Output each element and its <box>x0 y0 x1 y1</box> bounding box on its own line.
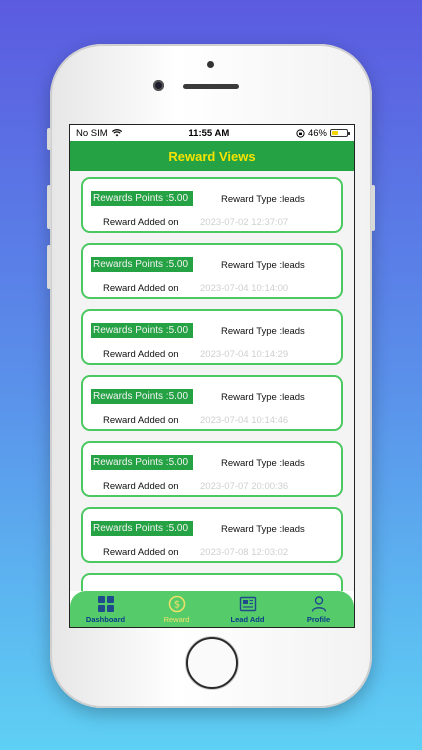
volume-down-button <box>47 245 51 289</box>
battery-fill <box>331 131 339 135</box>
mute-switch <box>47 128 51 150</box>
reward-card[interactable]: Rewards Points :5.00 Reward Type :leads … <box>81 507 343 563</box>
reward-added-label: Reward Added on <box>103 481 179 492</box>
nav-bar: Reward Views <box>70 141 354 171</box>
reward-card[interactable]: Rewards Points :5.00 Reward Type :leads … <box>81 177 343 233</box>
tab-label: Reward <box>163 615 190 624</box>
reward-date: 2023-07-04 10:14:00 <box>200 283 289 294</box>
orientation-lock-icon <box>296 128 305 138</box>
front-camera <box>153 80 164 91</box>
tab-label: Dashboard <box>85 615 126 624</box>
reward-points: Rewards Points :5.00 <box>91 389 193 404</box>
reward-added-label: Reward Added on <box>103 217 179 228</box>
svg-text:$: $ <box>173 600 179 611</box>
reward-card[interactable]: Rewards Points :5.00 Reward Type :leads … <box>81 243 343 299</box>
reward-type: Reward Type :leads <box>221 524 305 535</box>
clock: 11:55 AM <box>188 127 230 139</box>
wifi-icon <box>111 129 122 137</box>
reward-type: Reward Type :leads <box>221 392 305 403</box>
tab-profile[interactable]: Profile <box>283 591 354 627</box>
reward-date: 2023-07-08 12:03:02 <box>200 547 289 558</box>
reward-date: 2023-07-04 10:14:29 <box>200 349 289 360</box>
reward-added-label: Reward Added on <box>103 283 179 294</box>
status-bar: No SIM 11:55 AM 46% <box>70 125 354 141</box>
reward-type: Reward Type :leads <box>221 458 305 469</box>
grid-icon <box>97 596 114 612</box>
reward-added-label: Reward Added on <box>103 349 179 360</box>
reward-date: 2023-07-02 12:37:07 <box>200 217 289 228</box>
tab-label: Profile <box>306 615 331 624</box>
reward-points: Rewards Points :5.00 <box>91 257 193 272</box>
reward-points: Rewards Points :5.00 <box>91 521 193 536</box>
reward-card[interactable]: Rewards Points :5.00 Reward Type :leads … <box>81 375 343 431</box>
proximity-sensor <box>207 61 214 68</box>
newspaper-icon <box>239 596 256 612</box>
reward-type: Reward Type :leads <box>221 260 305 271</box>
dollar-coin-icon: $ <box>168 595 185 613</box>
tab-label: Lead Add <box>230 615 265 624</box>
reward-list[interactable]: Rewards Points :5.00 Reward Type :leads … <box>70 171 354 591</box>
home-button[interactable] <box>186 637 238 689</box>
page-title: Reward Views <box>168 148 256 164</box>
battery-icon <box>329 129 350 137</box>
battery-percent: 46% <box>307 127 327 139</box>
reward-card[interactable]: Rewards Points :5.00 Reward Type :leads … <box>81 309 343 365</box>
reward-type: Reward Type :leads <box>221 194 305 205</box>
reward-points: Rewards Points :5.00 <box>91 455 193 470</box>
reward-card-partial[interactable] <box>81 573 343 591</box>
carrier-label: No SIM <box>76 127 108 139</box>
tab-bar: Dashboard $ Reward Lead Add Profile <box>70 591 354 627</box>
reward-points: Rewards Points :5.00 <box>91 191 193 206</box>
tab-reward[interactable]: $ Reward <box>141 591 212 627</box>
reward-type: Reward Type :leads <box>221 326 305 337</box>
reward-points: Rewards Points :5.00 <box>91 323 193 338</box>
power-button <box>371 185 375 231</box>
reward-date: 2023-07-07 20:00:36 <box>200 481 289 492</box>
volume-up-button <box>47 185 51 229</box>
app-screen: No SIM 11:55 AM 46% Reward Views Rewards… <box>69 124 355 628</box>
reward-card[interactable]: Rewards Points :5.00 Reward Type :leads … <box>81 441 343 497</box>
earpiece-speaker <box>183 84 239 89</box>
reward-added-label: Reward Added on <box>103 547 179 558</box>
reward-added-label: Reward Added on <box>103 415 179 426</box>
reward-date: 2023-07-04 10:14:46 <box>200 415 289 426</box>
tab-dashboard[interactable]: Dashboard <box>70 591 141 627</box>
person-icon <box>311 596 326 612</box>
tab-lead-add[interactable]: Lead Add <box>212 591 283 627</box>
